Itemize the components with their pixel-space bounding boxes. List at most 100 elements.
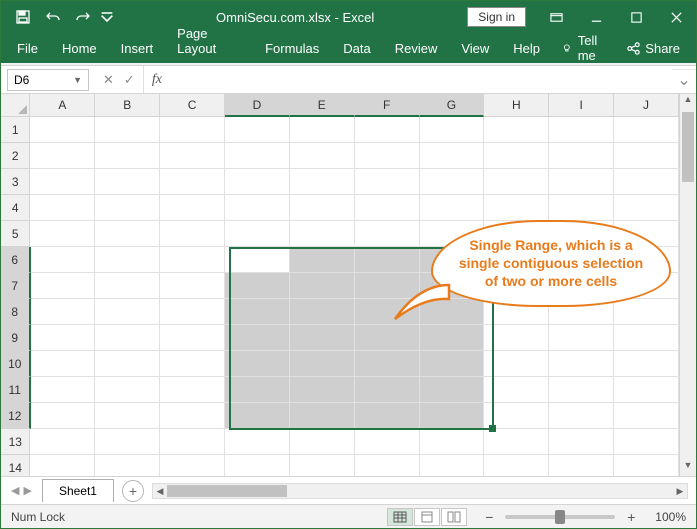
zoom-percent[interactable]: 100% bbox=[655, 510, 686, 524]
cell-F1[interactable] bbox=[355, 117, 420, 143]
add-sheet-button[interactable]: + bbox=[122, 480, 144, 502]
col-header-A[interactable]: A bbox=[30, 94, 95, 117]
cell-I9[interactable] bbox=[549, 325, 614, 351]
cell-C8[interactable] bbox=[160, 299, 225, 325]
cell-B4[interactable] bbox=[95, 195, 160, 221]
cell-A14[interactable] bbox=[30, 455, 95, 476]
maximize-icon[interactable] bbox=[616, 3, 656, 31]
cell-C11[interactable] bbox=[160, 377, 225, 403]
cell-F14[interactable] bbox=[355, 455, 420, 476]
row-header-13[interactable]: 13 bbox=[1, 429, 30, 455]
cell-A3[interactable] bbox=[30, 169, 95, 195]
cell-G3[interactable] bbox=[420, 169, 485, 195]
signin-button[interactable]: Sign in bbox=[467, 7, 526, 27]
row-header-5[interactable]: 5 bbox=[1, 221, 30, 247]
cell-F11[interactable] bbox=[355, 377, 420, 403]
row-header-14[interactable]: 14 bbox=[1, 455, 30, 476]
cell-A13[interactable] bbox=[30, 429, 95, 455]
chevron-down-icon[interactable]: ▼ bbox=[73, 75, 82, 85]
col-header-G[interactable]: G bbox=[420, 94, 485, 117]
cell-A10[interactable] bbox=[31, 351, 96, 377]
cell-F4[interactable] bbox=[355, 195, 420, 221]
undo-icon[interactable] bbox=[39, 3, 67, 31]
cell-G12[interactable] bbox=[420, 403, 485, 429]
col-header-J[interactable]: J bbox=[614, 94, 679, 117]
row-header-1[interactable]: 1 bbox=[1, 117, 30, 143]
cell-I1[interactable] bbox=[549, 117, 614, 143]
row-header-10[interactable]: 10 bbox=[1, 351, 31, 377]
view-pagelayout-icon[interactable] bbox=[414, 508, 440, 526]
tab-home[interactable]: Home bbox=[50, 35, 109, 63]
cell-G13[interactable] bbox=[420, 429, 485, 455]
scroll-up-icon[interactable]: ▲ bbox=[680, 94, 696, 110]
row-header-3[interactable]: 3 bbox=[1, 169, 30, 195]
cell-C14[interactable] bbox=[160, 455, 225, 476]
cell-D3[interactable] bbox=[225, 169, 290, 195]
scroll-right-icon[interactable]: ▶ bbox=[673, 484, 687, 498]
zoom-slider-knob[interactable] bbox=[555, 510, 565, 524]
cell-C2[interactable] bbox=[160, 143, 225, 169]
cell-B6[interactable] bbox=[95, 247, 160, 273]
cell-E1[interactable] bbox=[290, 117, 355, 143]
cell-A8[interactable] bbox=[31, 299, 96, 325]
cell-D14[interactable] bbox=[225, 455, 290, 476]
cell-J3[interactable] bbox=[614, 169, 679, 195]
tab-formulas[interactable]: Formulas bbox=[253, 35, 331, 63]
cell-H4[interactable] bbox=[484, 195, 549, 221]
cell-C5[interactable] bbox=[160, 221, 225, 247]
cell-H9[interactable] bbox=[484, 325, 549, 351]
row-header-9[interactable]: 9 bbox=[1, 325, 31, 351]
cell-E2[interactable] bbox=[290, 143, 355, 169]
cell-H11[interactable] bbox=[484, 377, 549, 403]
tab-view[interactable]: View bbox=[449, 35, 501, 63]
cell-A1[interactable] bbox=[30, 117, 95, 143]
cell-B14[interactable] bbox=[95, 455, 160, 476]
cell-C10[interactable] bbox=[160, 351, 225, 377]
cell-J11[interactable] bbox=[614, 377, 679, 403]
cell-G14[interactable] bbox=[420, 455, 485, 476]
cell-G2[interactable] bbox=[420, 143, 485, 169]
redo-icon[interactable] bbox=[69, 3, 97, 31]
cell-C3[interactable] bbox=[160, 169, 225, 195]
cell-E11[interactable] bbox=[290, 377, 355, 403]
name-box[interactable]: D6 ▼ bbox=[7, 69, 89, 91]
cell-H1[interactable] bbox=[484, 117, 549, 143]
tellme-search[interactable]: Tell me bbox=[552, 33, 614, 63]
cell-A5[interactable] bbox=[30, 221, 95, 247]
col-header-C[interactable]: C bbox=[160, 94, 225, 117]
cell-G9[interactable] bbox=[420, 325, 485, 351]
tab-pagelayout[interactable]: Page Layout bbox=[165, 20, 253, 63]
cell-G11[interactable] bbox=[420, 377, 485, 403]
scroll-left-icon[interactable]: ◀ bbox=[153, 484, 167, 498]
tab-help[interactable]: Help bbox=[501, 35, 552, 63]
col-header-I[interactable]: I bbox=[549, 94, 614, 117]
ribbon-display-icon[interactable] bbox=[536, 3, 576, 31]
cell-E10[interactable] bbox=[290, 351, 355, 377]
cell-E3[interactable] bbox=[290, 169, 355, 195]
cell-J13[interactable] bbox=[614, 429, 679, 455]
cell-D8[interactable] bbox=[225, 299, 290, 325]
cell-A9[interactable] bbox=[31, 325, 96, 351]
row-header-2[interactable]: 2 bbox=[1, 143, 30, 169]
col-header-D[interactable]: D bbox=[225, 94, 290, 117]
cell-F6[interactable] bbox=[355, 247, 420, 273]
cell-B1[interactable] bbox=[95, 117, 160, 143]
cell-H2[interactable] bbox=[484, 143, 549, 169]
cell-D9[interactable] bbox=[225, 325, 290, 351]
cell-B8[interactable] bbox=[95, 299, 160, 325]
view-normal-icon[interactable] bbox=[387, 508, 413, 526]
cell-C13[interactable] bbox=[160, 429, 225, 455]
cell-C1[interactable] bbox=[160, 117, 225, 143]
cell-I13[interactable] bbox=[549, 429, 614, 455]
cell-C6[interactable] bbox=[160, 247, 225, 273]
cell-G4[interactable] bbox=[420, 195, 485, 221]
cell-D10[interactable] bbox=[225, 351, 290, 377]
cell-E12[interactable] bbox=[290, 403, 355, 429]
cell-J12[interactable] bbox=[614, 403, 679, 429]
cell-A6[interactable] bbox=[31, 247, 96, 273]
cell-A12[interactable] bbox=[31, 403, 96, 429]
cell-B3[interactable] bbox=[95, 169, 160, 195]
vscroll-thumb[interactable] bbox=[682, 112, 694, 182]
col-header-B[interactable]: B bbox=[95, 94, 160, 117]
cell-H13[interactable] bbox=[484, 429, 549, 455]
